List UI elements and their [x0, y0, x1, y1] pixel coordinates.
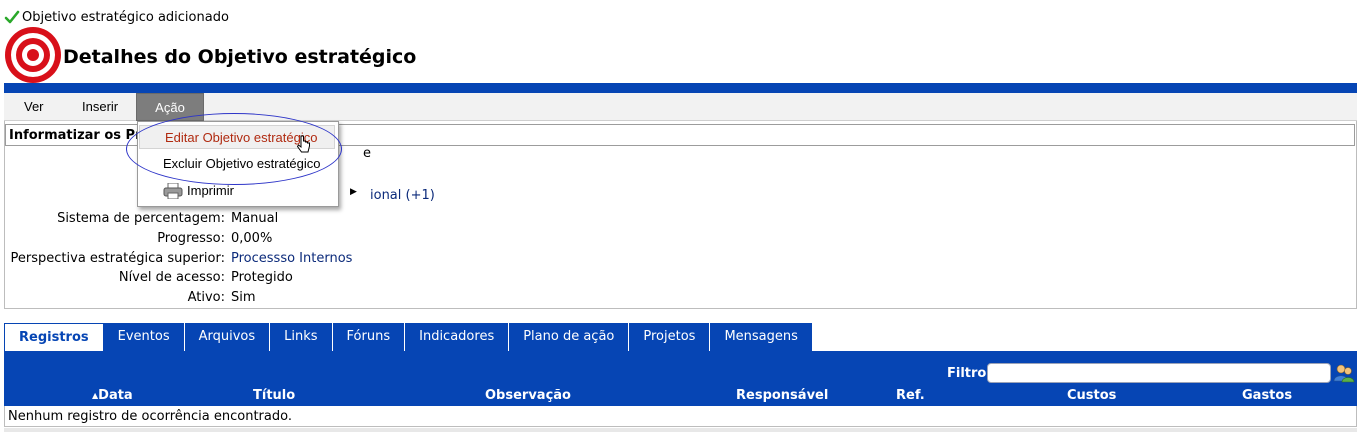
field-value-progress: 0,00%: [231, 231, 273, 246]
bottom-divider: [4, 428, 1357, 432]
tab-foruns[interactable]: Fóruns: [332, 323, 406, 351]
delete-objective-item[interactable]: Excluir Objetivo estratégico: [138, 152, 338, 176]
details-header-title: Informatizar os Pr: [9, 128, 142, 143]
field-label-percent-system: Sistema de percentagem:: [57, 211, 225, 226]
column-observacao[interactable]: Observação: [485, 388, 571, 403]
menu-acao[interactable]: Ação: [136, 93, 204, 121]
print-item-label: Imprimir: [187, 183, 234, 198]
column-titulo[interactable]: Título: [253, 388, 295, 403]
menu-inserir[interactable]: Inserir: [72, 93, 128, 121]
field-value-access-level: Protegido: [231, 270, 293, 285]
tab-mensagens[interactable]: Mensagens: [710, 323, 813, 351]
page-title: Detalhes do Objetivo estratégico: [63, 46, 417, 68]
success-notice: Objetivo estratégico adicionado: [4, 8, 229, 26]
tab-arquivos[interactable]: Arquivos: [184, 323, 271, 351]
tab-indicadores[interactable]: Indicadores: [405, 323, 510, 351]
pointer-cursor-icon: [297, 135, 310, 153]
field-value-active: Sim: [231, 290, 256, 305]
column-data[interactable]: ▲Data: [92, 388, 133, 403]
filter-input[interactable]: [987, 363, 1331, 383]
partial-link[interactable]: ional (+1): [370, 188, 435, 203]
field-label-active: Ativo:: [187, 290, 225, 305]
menu-ver[interactable]: Ver: [14, 93, 54, 121]
users-filter-icon[interactable]: [1333, 363, 1355, 383]
filter-label: Filtro: [947, 366, 987, 381]
printer-icon: [163, 183, 183, 199]
tab-links[interactable]: Links: [270, 323, 333, 351]
tab-eventos[interactable]: Eventos: [103, 323, 185, 351]
tab-registros[interactable]: Registros: [4, 323, 104, 351]
menubar: Ver Inserir Ação: [4, 93, 1357, 121]
tab-plano-de-acao[interactable]: Plano de ação: [509, 323, 630, 351]
submenu-arrow-icon: ▶: [350, 186, 357, 196]
partial-value: e: [363, 146, 371, 161]
column-gastos[interactable]: Gastos: [1242, 388, 1292, 403]
field-label-parent-perspective: Perspectiva estratégica superior:: [10, 251, 225, 266]
empty-row: Nenhum registro de ocorrência encontrado…: [4, 406, 1357, 427]
acao-dropdown: Editar Objetivo estratégico Excluir Obje…: [137, 121, 357, 207]
column-responsavel[interactable]: Responsável: [736, 388, 828, 403]
column-custos[interactable]: Custos: [1067, 388, 1116, 403]
checkmark-icon: [4, 10, 20, 24]
sort-asc-icon: ▲: [92, 391, 99, 400]
field-value-parent-perspective[interactable]: Processso Internos: [231, 251, 352, 266]
field-value-percent-system: Manual: [231, 211, 279, 226]
print-item[interactable]: Imprimir ▶: [138, 179, 357, 203]
field-label-access-level: Nível de acesso:: [118, 270, 225, 285]
empty-message: Nenhum registro de ocorrência encontrado…: [8, 409, 292, 424]
notice-text: Objetivo estratégico adicionado: [22, 9, 229, 25]
tab-projetos[interactable]: Projetos: [629, 323, 711, 351]
target-icon: [5, 27, 61, 83]
column-ref[interactable]: Ref.: [896, 388, 925, 403]
tab-bar: Registros Eventos Arquivos Links Fóruns …: [4, 323, 813, 351]
field-label-progress: Progresso:: [157, 231, 225, 246]
header-divider: [4, 83, 1357, 93]
